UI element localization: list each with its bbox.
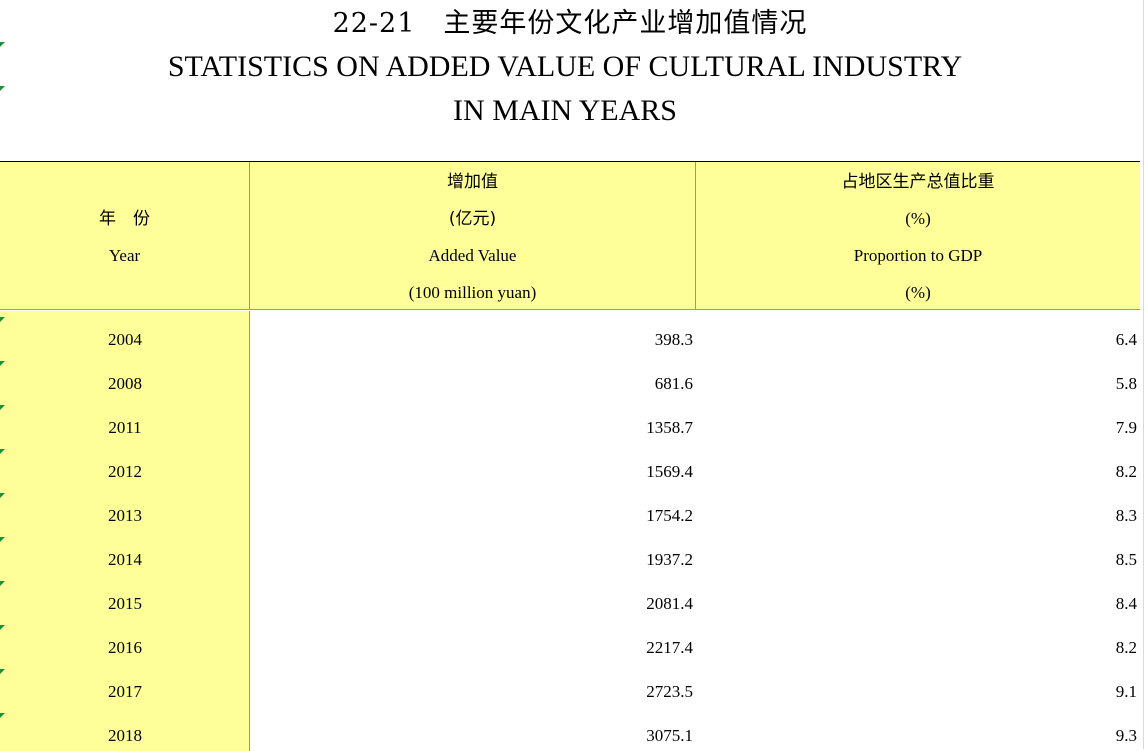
cell-comment-marker xyxy=(0,317,5,322)
header-year-en: Year xyxy=(108,246,141,265)
cell-added-value[interactable]: 1754.2 xyxy=(250,505,693,527)
header-added-value[interactable]: 增加值 (亿元) Added Value (100 million yuan) xyxy=(250,162,696,310)
cell-year[interactable]: 2008 xyxy=(0,373,250,395)
cell-comment-marker xyxy=(0,493,5,498)
cell-added-value[interactable]: 681.6 xyxy=(250,373,693,395)
cell-year[interactable]: 2013 xyxy=(0,505,250,527)
cell-comment-marker xyxy=(0,581,5,586)
table-title-cn: 22-21 主要年份文化产业增加值情况 xyxy=(332,8,808,39)
title-block: 22-21 主要年份文化产业增加值情况 STATISTICS ON ADDED … xyxy=(0,0,1140,160)
header-proportion-en: Proportion to GDP xyxy=(853,246,983,265)
cell-comment-marker xyxy=(0,625,5,630)
header-proportion-cn-unit: (%) xyxy=(905,209,931,228)
cell-proportion[interactable]: 6.4 xyxy=(696,329,1137,351)
cell-year[interactable]: 2015 xyxy=(0,593,250,615)
cell-added-value[interactable]: 2081.4 xyxy=(250,593,693,615)
cell-year[interactable]: 2017 xyxy=(0,681,250,703)
cell-proportion[interactable]: 8.2 xyxy=(696,461,1137,483)
header-added-value-cn: 增加值 xyxy=(447,172,498,192)
cell-year[interactable]: 2011 xyxy=(0,417,250,439)
header-year[interactable]: 年 份 Year xyxy=(0,162,250,310)
cell-year[interactable]: 2004 xyxy=(0,329,250,351)
header-added-value-en: Added Value xyxy=(428,246,517,265)
header-added-value-en-unit: (100 million yuan) xyxy=(408,283,537,302)
cell-proportion[interactable]: 8.2 xyxy=(696,637,1137,659)
cell-added-value[interactable]: 1937.2 xyxy=(250,549,693,571)
cell-proportion[interactable]: 9.3 xyxy=(696,725,1137,747)
table-title-en-line2: IN MAIN YEARS xyxy=(453,94,677,127)
cell-year[interactable]: 2012 xyxy=(0,461,250,483)
cell-proportion[interactable]: 8.4 xyxy=(696,593,1137,615)
table-row[interactable]: 2004 398.3 6.4 xyxy=(0,311,1140,355)
cell-proportion[interactable]: 8.3 xyxy=(696,505,1137,527)
cell-comment-marker xyxy=(0,361,5,366)
table-row[interactable]: 2008 681.6 5.8 xyxy=(0,355,1140,399)
table-row[interactable]: 2012 1569.4 8.2 xyxy=(0,443,1140,487)
cell-year[interactable]: 2016 xyxy=(0,637,250,659)
header-year-cn: 年 份 xyxy=(99,209,150,229)
header-proportion-cn: 占地区生产总值比重 xyxy=(841,172,995,192)
cell-added-value[interactable]: 3075.1 xyxy=(250,725,693,747)
table-row[interactable]: 2013 1754.2 8.3 xyxy=(0,487,1140,531)
table-row[interactable]: 2014 1937.2 8.5 xyxy=(0,531,1140,575)
header-proportion-en-unit: (%) xyxy=(905,283,931,302)
table-row[interactable]: 2017 2723.5 9.1 xyxy=(0,663,1140,707)
cell-comment-marker xyxy=(0,713,5,718)
table-header: 年 份 Year 增加值 (亿元) Added Value (100 milli… xyxy=(0,161,1140,310)
table-row[interactable]: 2018 3075.1 9.3 xyxy=(0,707,1140,751)
cell-comment-marker xyxy=(0,405,5,410)
header-added-value-cn-unit: (亿元) xyxy=(448,209,497,229)
cell-comment-marker xyxy=(0,537,5,542)
table-title-en-line1: STATISTICS ON ADDED VALUE OF CULTURAL IN… xyxy=(167,50,963,83)
cell-proportion[interactable]: 5.8 xyxy=(696,373,1137,395)
cell-proportion[interactable]: 7.9 xyxy=(696,417,1137,439)
sheet-right-edge xyxy=(1143,0,1144,749)
header-proportion[interactable]: 占地区生产总值比重 (%) Proportion to GDP (%) xyxy=(696,162,1140,310)
cell-comment-marker xyxy=(0,669,5,674)
cell-year[interactable]: 2014 xyxy=(0,549,250,571)
table-row[interactable]: 2016 2217.4 8.2 xyxy=(0,619,1140,663)
cell-added-value[interactable]: 398.3 xyxy=(250,329,693,351)
table-row[interactable]: 2015 2081.4 8.4 xyxy=(0,575,1140,619)
cell-added-value[interactable]: 1569.4 xyxy=(250,461,693,483)
table-row[interactable]: 2011 1358.7 7.9 xyxy=(0,399,1140,443)
cell-comment-marker xyxy=(0,449,5,454)
cell-proportion[interactable]: 8.5 xyxy=(696,549,1137,571)
cell-added-value[interactable]: 2217.4 xyxy=(250,637,693,659)
cell-added-value[interactable]: 1358.7 xyxy=(250,417,693,439)
cell-added-value[interactable]: 2723.5 xyxy=(250,681,693,703)
cell-year[interactable]: 2018 xyxy=(0,725,250,747)
cell-proportion[interactable]: 9.1 xyxy=(696,681,1137,703)
